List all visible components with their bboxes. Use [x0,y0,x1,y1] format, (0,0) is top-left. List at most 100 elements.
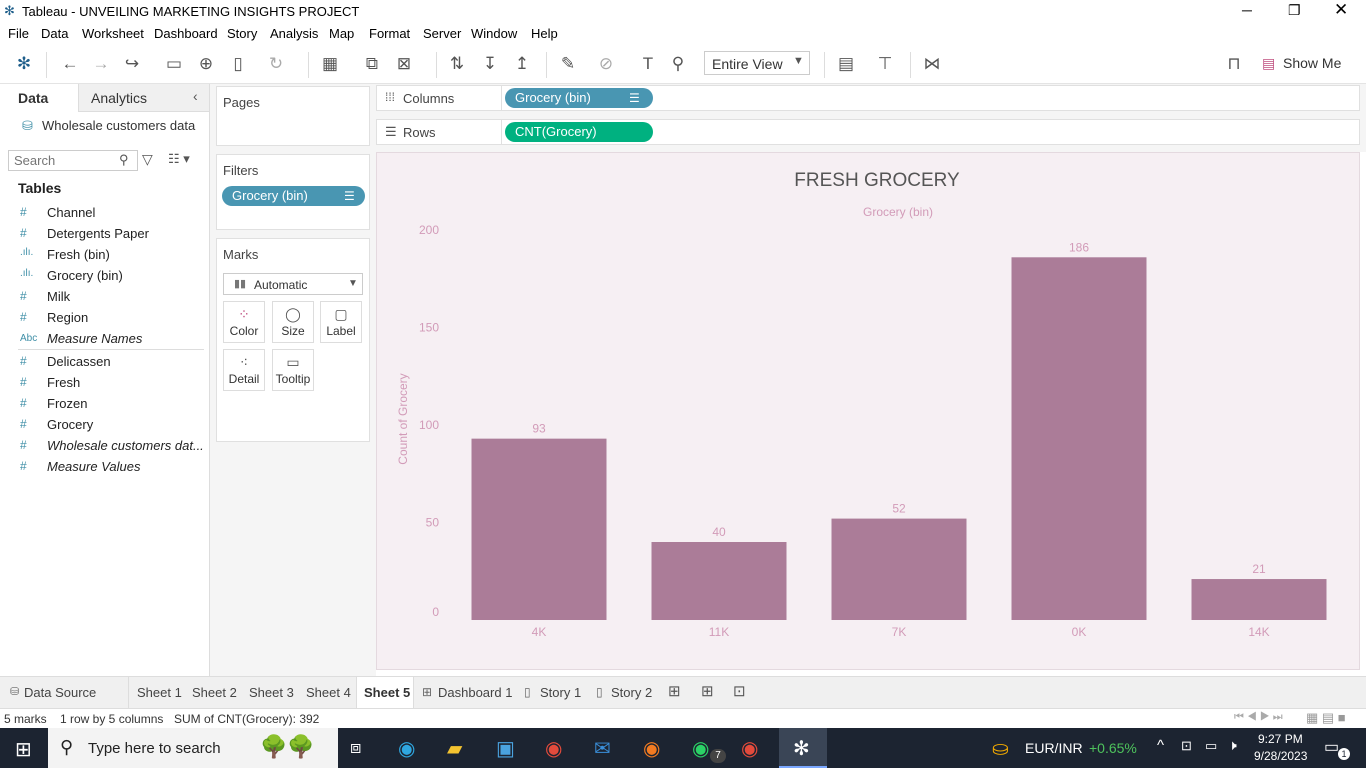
tab-sheet-1[interactable]: Sheet 1 [137,685,182,700]
color-button[interactable]: ⁘ Color [223,301,265,343]
tab-sheet-5[interactable]: Sheet 5 [356,677,414,709]
clock-date[interactable]: 9/28/2023 [1254,749,1307,763]
view-size-select[interactable]: Entire View ▼ [704,51,810,75]
sheet-navigation-icon[interactable]: ⏮ ◀ ▶ ⏭ [1234,711,1283,724]
bar[interactable] [651,542,787,620]
field-search-box[interactable]: ⚲ [8,150,138,171]
tooltip-button[interactable]: ▭ Tooltip [272,349,314,391]
field-grocery-bin[interactable]: Grocery (bin) [47,268,123,283]
rows-pill[interactable]: CNT(Grocery) [505,122,653,142]
menu-analysis[interactable]: Analysis [270,26,318,41]
field-measure-values[interactable]: Measure Values [47,459,140,474]
volume-icon[interactable]: 🕨 [1228,737,1237,754]
columns-pill[interactable]: Grocery (bin) ☰ [505,88,653,108]
tab-sheet-4[interactable]: Sheet 4 [306,685,351,700]
chrome-icon[interactable]: ◉ [545,736,562,761]
tab-analytics[interactable]: Analytics ‹ [78,84,209,112]
new-datasource-icon[interactable]: ⊕ [194,52,218,76]
tray-chevron-icon[interactable]: ^ [1157,737,1164,754]
columns-shelf[interactable]: ⁞⁞⁞ Columns Grocery (bin) ☰ [376,85,1360,111]
menu-file[interactable]: File [8,26,29,41]
tab-data-source[interactable]: Data Source [24,685,96,700]
menu-story[interactable]: Story [227,26,257,41]
tab-sheet-2[interactable]: Sheet 2 [192,685,237,700]
collapse-pane-icon[interactable]: ‹ [193,88,198,104]
minimize-icon[interactable]: ─ [1242,2,1252,18]
mail-icon[interactable]: ✉ [594,736,611,761]
detail-button[interactable]: ⁖ Detail [223,349,265,391]
replay-icon[interactable]: ↪ [120,52,144,76]
bar[interactable] [1191,579,1327,620]
menu-help[interactable]: Help [531,26,558,41]
label-button[interactable]: ▢ Label [320,301,362,343]
field-milk[interactable]: Milk [47,289,70,304]
tab-sheet-3[interactable]: Sheet 3 [249,685,294,700]
field-detergents-paper[interactable]: Detergents Paper [47,226,149,241]
pause-updates-icon[interactable]: ▯ [226,52,250,76]
sort-ascending-icon[interactable]: ↧ [478,52,502,76]
bar[interactable] [831,518,967,620]
tab-data[interactable]: Data [0,84,78,112]
field-frozen[interactable]: Frozen [47,396,87,411]
whatsapp-icon[interactable]: ◉ [692,736,709,761]
presentation-mode-icon[interactable]: ⊤ [873,52,897,76]
tab-story-2[interactable]: Story 2 [611,685,652,700]
firefox-icon[interactable]: ◉ [643,736,660,761]
duplicate-sheet-icon[interactable]: ⧉ [360,52,384,76]
filters-card[interactable]: Filters Grocery (bin) ☰ [216,154,370,230]
file-explorer-icon[interactable]: ▰ [447,736,462,761]
menu-map[interactable]: Map [329,26,354,41]
battery-icon[interactable]: ▭ [1205,738,1217,754]
save-icon[interactable]: ▭ [162,52,186,76]
swap-rows-columns-icon[interactable]: ⇅ [445,52,469,76]
chrome-icon[interactable]: ◉ [741,736,758,761]
rows-shelf[interactable]: ☰ Rows CNT(Grocery) [376,119,1360,145]
new-dashboard-tab-icon[interactable]: ⊞ [701,682,714,700]
field-delicassen[interactable]: Delicassen [47,354,111,369]
close-icon[interactable]: ✕ [1334,0,1348,20]
pages-card[interactable]: Pages [216,86,370,146]
new-worksheet-icon[interactable]: ▦ [318,52,342,76]
format-painter-icon[interactable]: ⊓ [1222,52,1246,76]
size-button[interactable]: ◯ Size [272,301,314,343]
share-icon[interactable]: ⋈ [920,52,944,76]
field-wholesale-count[interactable]: Wholesale customers dat... [47,438,204,453]
show-cards-icon[interactable]: ▤ [834,52,858,76]
show-labels-icon[interactable]: T [636,52,660,76]
tab-dashboard-1[interactable]: Dashboard 1 [438,685,512,700]
field-region[interactable]: Region [47,310,88,325]
tableau-home-icon[interactable]: ✻ [12,52,36,76]
taskbar-search[interactable]: ⚲ Type here to search 🌳🌳 [48,728,338,768]
refresh-icon[interactable]: ↻ [264,52,288,76]
visualization-area[interactable]: FRESH GROCERY Grocery (bin) Count of Gro… [376,152,1360,670]
menu-format[interactable]: Format [369,26,410,41]
view-options-icon[interactable]: ☷ ▾ [168,151,190,167]
field-fresh[interactable]: Fresh [47,375,80,390]
tab-story-1[interactable]: Story 1 [540,685,581,700]
field-search-input[interactable] [9,151,113,170]
group-members-icon[interactable]: ⊘ [594,52,618,76]
field-channel[interactable]: Channel [47,205,95,220]
menu-data[interactable]: Data [41,26,68,41]
store-icon[interactable]: ▣ [496,736,515,761]
new-worksheet-tab-icon[interactable]: ⊞ [668,682,681,700]
menu-dashboard[interactable]: Dashboard [154,26,218,41]
menu-window[interactable]: Window [471,26,517,41]
meet-icon[interactable]: ⊡ [1181,738,1192,754]
field-measure-names[interactable]: Measure Names [47,331,142,346]
menu-worksheet[interactable]: Worksheet [82,26,144,41]
sort-descending-icon[interactable]: ↥ [510,52,534,76]
windows-start-icon[interactable]: ⊞ [15,737,32,762]
bar[interactable] [1011,257,1147,620]
filter-fields-icon[interactable]: ▽ [142,151,153,168]
edge-icon[interactable]: ◉ [398,736,415,761]
highlight-icon[interactable]: ✎ [556,52,580,76]
view-grid-icon[interactable]: ▦ ▤ ■ [1306,710,1346,726]
task-view-icon[interactable]: ⧈ [350,737,361,758]
bar-chart[interactable]: FRESH GROCERY Grocery (bin) Count of Gro… [377,153,1361,671]
clear-sheet-icon[interactable]: ⊠ [392,52,416,76]
new-story-tab-icon[interactable]: ⊡ [733,682,746,700]
menu-server[interactable]: Server [423,26,461,41]
tableau-taskbar-button[interactable]: ✻ [779,728,827,768]
bar[interactable] [471,438,607,620]
